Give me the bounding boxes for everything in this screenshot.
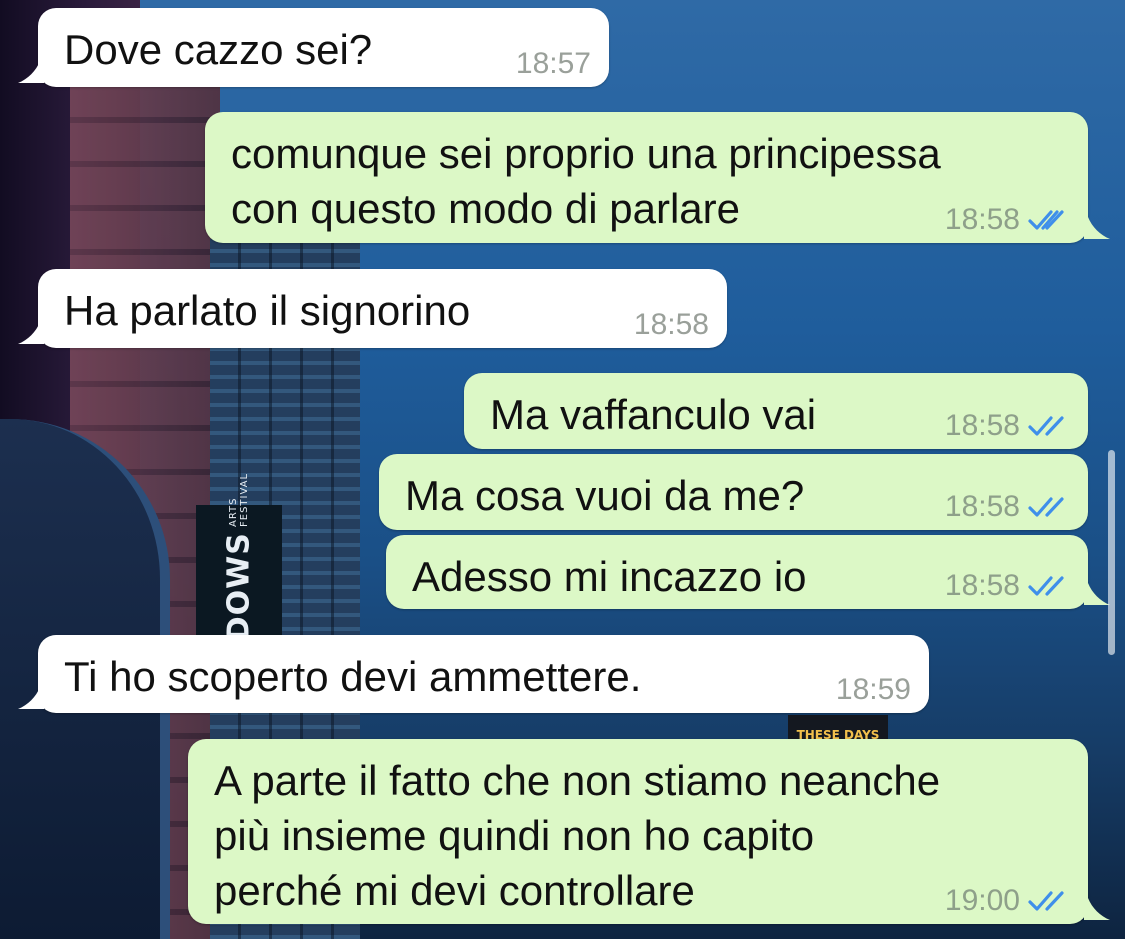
message-time: 18:59 [835, 673, 911, 706]
message-time: 18:58 [944, 409, 1020, 442]
bubble-tail-icon [18, 61, 44, 83]
message-time: 18:57 [515, 47, 591, 80]
message-bubble-outgoing[interactable]: Adesso mi incazzo io 18:58 [386, 535, 1110, 609]
bubble-tail-icon [1084, 217, 1110, 239]
message-time: 18:58 [633, 308, 709, 341]
bubble-tail-icon [1084, 583, 1110, 605]
chat-scrollbar[interactable] [1108, 450, 1115, 655]
message-time: 18:58 [944, 569, 1020, 602]
message-meta: 18:58 [945, 490, 1070, 524]
message-meta: 18:58 [945, 203, 1070, 237]
message-text: Ti ho scoperto devi ammettere. [64, 653, 642, 700]
message-bubble-outgoing[interactable]: A parte il fatto che non stiamo neanche … [188, 739, 1110, 924]
chat-message-list[interactable]: Dove cazzo sei? 18:57 comunque sei propr… [0, 0, 1125, 939]
message-text: comunque sei proprio una principessa con… [231, 130, 941, 232]
message-time: 18:58 [944, 490, 1020, 523]
message-meta: 19:00 [945, 884, 1070, 918]
read-receipt-icon [1028, 497, 1064, 517]
message-text: Adesso mi incazzo io [412, 553, 807, 600]
message-bubble-incoming[interactable]: Dove cazzo sei? 18:57 [18, 8, 609, 87]
message-text: A parte il fatto che non stiamo neanche … [214, 757, 941, 914]
message-time: 19:00 [944, 884, 1020, 917]
read-receipt-icon [1028, 576, 1064, 596]
message-bubble-outgoing[interactable]: Ma cosa vuoi da me? 18:58 [379, 454, 1088, 530]
message-bubble-incoming[interactable]: Ha parlato il signorino 18:58 [18, 269, 727, 348]
message-text: Ha parlato il signorino [64, 287, 471, 334]
message-bubble-outgoing[interactable]: comunque sei proprio una principessa con… [205, 112, 1110, 243]
message-bubble-incoming[interactable]: Ti ho scoperto devi ammettere. 18:59 [18, 635, 929, 713]
message-time: 18:58 [944, 203, 1020, 236]
message-bubble-outgoing[interactable]: Ma vaffanculo vai 18:58 [464, 373, 1088, 449]
bubble-tail-icon [18, 322, 44, 344]
message-meta: 18:59 [836, 673, 911, 707]
read-receipt-icon [1028, 891, 1064, 911]
message-text: Ma cosa vuoi da me? [405, 472, 805, 519]
read-receipt-icon [1028, 416, 1064, 436]
message-meta: 18:57 [516, 47, 591, 81]
bubble-tail-icon [1084, 898, 1110, 920]
bubble-tail-icon [18, 687, 44, 709]
message-meta: 18:58 [634, 308, 709, 342]
message-text: Dove cazzo sei? [64, 26, 373, 73]
message-meta: 18:58 [945, 409, 1070, 443]
read-receipt-icon [1028, 210, 1064, 230]
message-meta: 18:58 [945, 569, 1070, 603]
message-text: Ma vaffanculo vai [490, 391, 817, 438]
